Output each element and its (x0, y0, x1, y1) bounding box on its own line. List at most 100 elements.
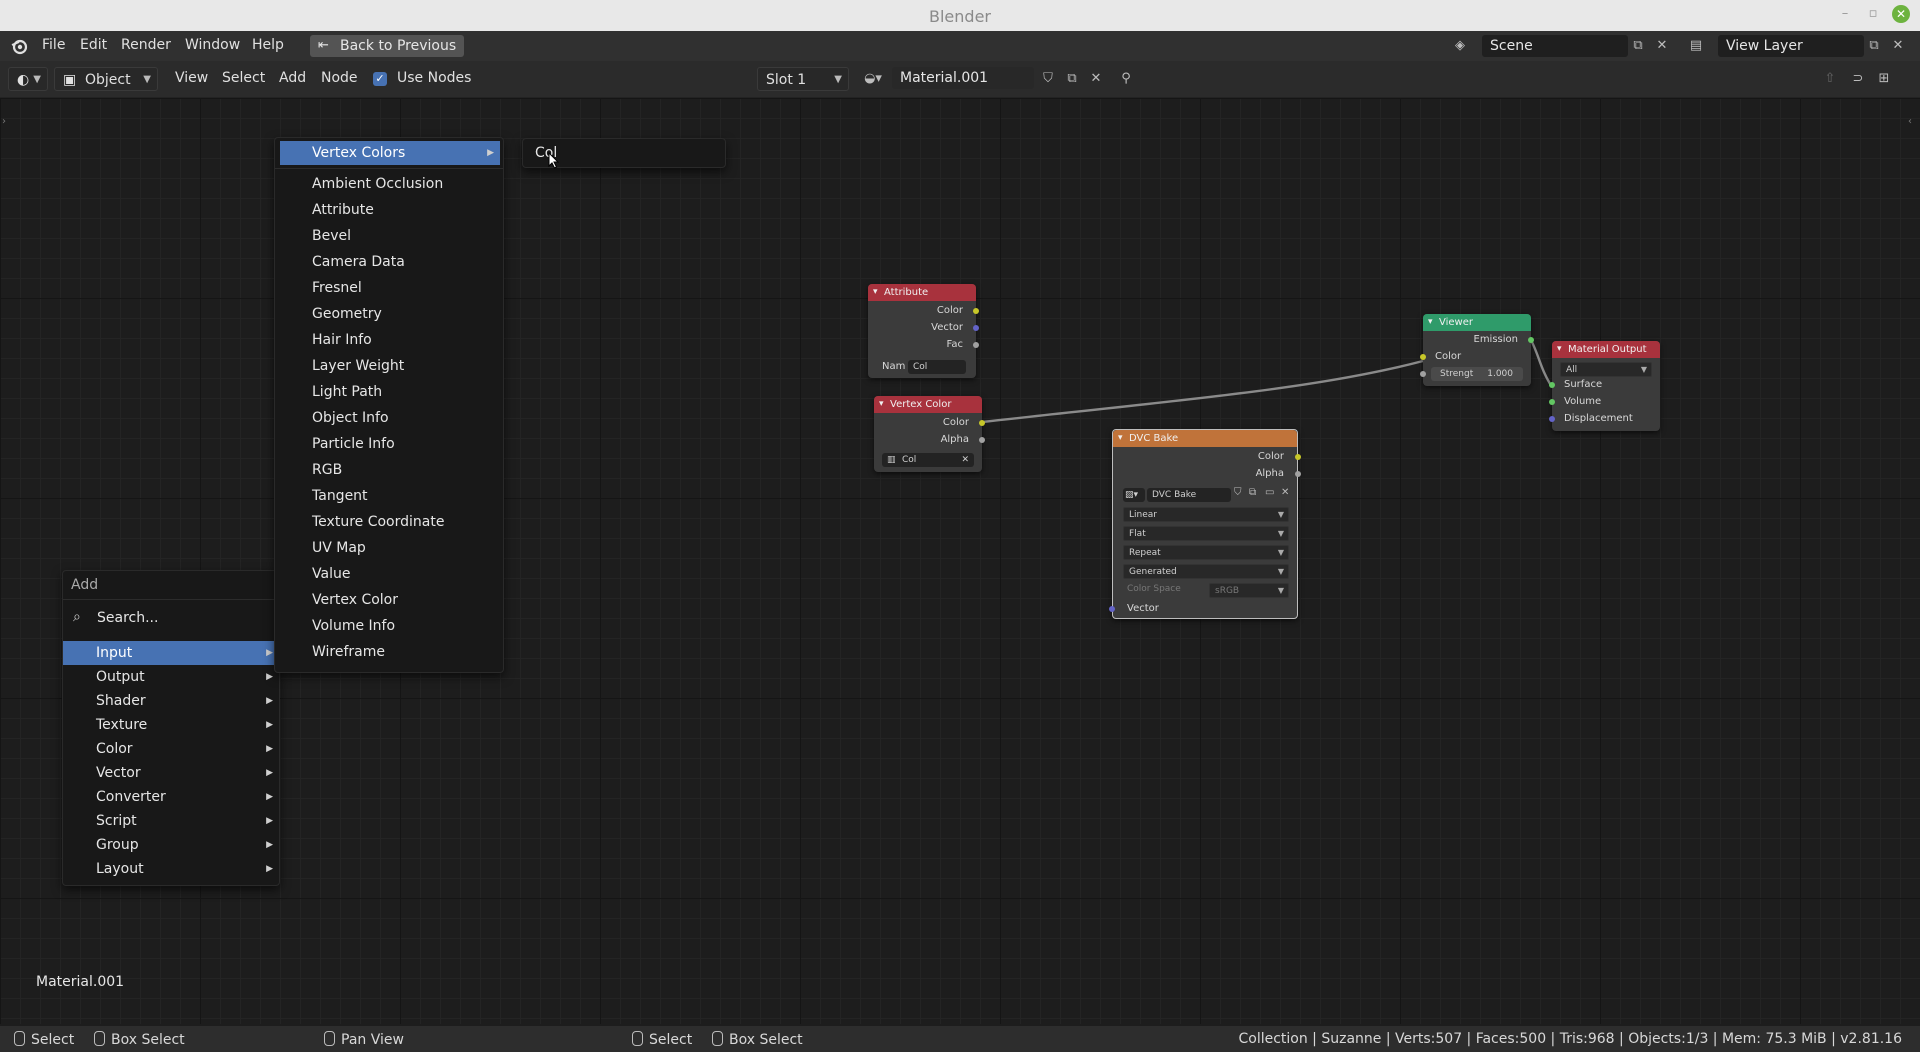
vertex-color-color-socket[interactable] (979, 420, 985, 426)
dvc-bake-extension-select[interactable]: Repeat ▼ (1123, 545, 1289, 560)
dvc-bake-color-socket[interactable] (1295, 454, 1301, 460)
input-item-attribute[interactable]: Attribute (275, 198, 503, 222)
material-output-volume-socket[interactable] (1549, 399, 1555, 405)
remove-scene-icon[interactable]: ✕ (1652, 36, 1672, 56)
input-item-value[interactable]: Value (275, 562, 503, 586)
viewer-strength-socket[interactable] (1420, 371, 1426, 377)
use-nodes-checkbox[interactable]: ✓ (373, 72, 387, 86)
dvc-bake-vector-socket[interactable] (1109, 606, 1115, 612)
input-item-wireframe[interactable]: Wireframe (275, 640, 503, 664)
shader-type-dropdown[interactable]: ▣ Object ▼ (54, 67, 158, 91)
dvc-bake-node[interactable]: DVC Bake Color Alpha ▨▾ DVC Bake ⛉ ⧉ ▭ ✕… (1109, 429, 1301, 619)
add-menu-search-input[interactable]: Search... (97, 610, 158, 626)
add-menu-item-script[interactable]: Script ▶ (63, 809, 279, 833)
new-scene-icon[interactable]: ⧉ (1628, 36, 1648, 56)
viewer-strength-field[interactable]: Strengt 1.000 (1431, 367, 1523, 381)
attribute-node[interactable]: Attribute Color Vector Fac Nam Col (868, 284, 979, 378)
add-menu-item-shader[interactable]: Shader ▶ (63, 689, 279, 713)
menu-edit[interactable]: Edit (80, 37, 107, 53)
menu-node[interactable]: Node (321, 70, 358, 86)
material-output-target-select[interactable]: All ▼ (1560, 362, 1652, 377)
input-item-hair-info[interactable]: Hair Info (275, 328, 503, 352)
material-output-surface-socket[interactable] (1549, 382, 1555, 388)
attribute-node-header[interactable]: Attribute (868, 284, 976, 301)
input-item-uv-map[interactable]: UV Map (275, 536, 503, 560)
input-item-light-path[interactable]: Light Path (275, 380, 503, 404)
attribute-vector-socket[interactable] (973, 325, 979, 331)
parent-node-tree-icon[interactable]: ⇧ (1820, 69, 1840, 89)
input-item-geometry[interactable]: Geometry (275, 302, 503, 326)
menu-render[interactable]: Render (121, 37, 171, 53)
add-menu-item-group[interactable]: Group ▶ (63, 833, 279, 857)
dvc-bake-interpolation-select[interactable]: Linear ▼ (1123, 507, 1289, 522)
dvc-bake-fake-user-icon[interactable]: ⛉ (1234, 487, 1242, 498)
dvc-bake-open-folder-icon[interactable]: ▭ (1265, 487, 1274, 498)
pin-icon[interactable]: ⚲ (1116, 69, 1136, 89)
vertex-color-node-header[interactable]: Vertex Color (874, 396, 982, 413)
editor-type-dropdown[interactable]: ◐ ▼ (8, 67, 48, 91)
new-view-layer-icon[interactable]: ⧉ (1864, 36, 1884, 56)
scene-icon[interactable]: ◈ (1450, 36, 1470, 56)
input-item-object-info[interactable]: Object Info (275, 406, 503, 430)
input-item-tangent[interactable]: Tangent (275, 484, 503, 508)
input-item-bevel[interactable]: Bevel (275, 224, 503, 248)
fake-user-icon[interactable]: ⛉ (1038, 69, 1058, 89)
input-item-texture-coordinate[interactable]: Texture Coordinate (275, 510, 503, 534)
menu-help[interactable]: Help (252, 37, 284, 53)
add-menu-item-texture[interactable]: Texture ▶ (63, 713, 279, 737)
vertex-color-alpha-socket[interactable] (979, 437, 985, 443)
snap-mode-icon[interactable]: ⊞ (1874, 69, 1894, 89)
viewer-emission-socket[interactable] (1528, 337, 1534, 343)
dvc-bake-source-select[interactable]: Generated ▼ (1123, 564, 1289, 579)
menu-file[interactable]: File (42, 37, 65, 53)
input-item-layer-weight[interactable]: Layer Weight (275, 354, 503, 378)
scene-field[interactable]: Scene (1482, 35, 1628, 57)
viewer-node-header[interactable]: Viewer (1423, 314, 1531, 331)
material-browse-icon[interactable]: ◒▾ (858, 69, 888, 89)
material-output-displacement-socket[interactable] (1549, 416, 1555, 422)
add-menu-item-input[interactable]: Input ▶ (63, 641, 279, 665)
dvc-bake-alpha-socket[interactable] (1295, 471, 1301, 477)
input-item-particle-info[interactable]: Particle Info (275, 432, 503, 456)
dvc-bake-image-browse-icon[interactable]: ▨▾ (1123, 488, 1145, 502)
blender-logo-icon[interactable] (10, 37, 28, 55)
add-menu-item-layout[interactable]: Layout ▶ (63, 857, 279, 881)
back-to-previous-button[interactable]: ⇤ Back to Previous (310, 35, 465, 57)
dvc-bake-image-field[interactable]: DVC Bake (1147, 488, 1231, 502)
input-item-vertex-color[interactable]: Vertex Color (275, 588, 503, 612)
dvc-bake-node-header[interactable]: DVC Bake (1113, 430, 1297, 447)
snap-icon[interactable]: ⊃ (1848, 69, 1868, 89)
input-item-ambient-occlusion[interactable]: Ambient Occlusion (275, 172, 503, 196)
dvc-bake-projection-select[interactable]: Flat ▼ (1123, 526, 1289, 541)
view-layer-field[interactable]: View Layer (1718, 35, 1864, 57)
attribute-name-field[interactable]: Col (908, 360, 966, 374)
add-menu-item-converter[interactable]: Converter ▶ (63, 785, 279, 809)
attribute-fac-socket[interactable] (973, 342, 979, 348)
material-name-field[interactable]: Material.001 (892, 67, 1034, 89)
minimize-icon[interactable]: – (1836, 5, 1854, 23)
viewer-node[interactable]: Viewer Emission Color Strengt 1.000 (1420, 314, 1534, 386)
duplicate-material-icon[interactable]: ⧉ (1062, 69, 1082, 89)
viewer-color-socket[interactable] (1420, 354, 1426, 360)
input-item-camera-data[interactable]: Camera Data (275, 250, 503, 274)
add-menu-item-color[interactable]: Color ▶ (63, 737, 279, 761)
menu-window[interactable]: Window (185, 37, 240, 53)
input-item-fresnel[interactable]: Fresnel (275, 276, 503, 300)
menu-view[interactable]: View (175, 70, 208, 86)
material-output-node[interactable]: Material Output All▼ Surface Volume Disp… (1549, 341, 1660, 431)
slot-dropdown[interactable]: Slot 1 ▼ (757, 67, 849, 91)
view-layer-icon[interactable]: ▤ (1686, 36, 1706, 56)
add-menu-item-vector[interactable]: Vector ▶ (63, 761, 279, 785)
vertex-color-layer-field[interactable]: ▥ Col ✕ (882, 453, 974, 467)
add-menu-item-output[interactable]: Output ▶ (63, 665, 279, 689)
vertex-color-node[interactable]: Vertex Color Color Alpha ▥ Col ✕ (874, 396, 985, 472)
input-item-vertex-colors[interactable]: Vertex Colors ▶ (280, 141, 500, 165)
dvc-bake-unlink-icon[interactable]: ✕ (1281, 487, 1289, 498)
vertex-color-clear-icon[interactable]: ✕ (961, 453, 969, 467)
material-output-node-header[interactable]: Material Output (1552, 341, 1660, 358)
input-item-rgb[interactable]: RGB (275, 458, 503, 482)
restore-icon[interactable]: ▫ (1864, 5, 1882, 23)
remove-view-layer-icon[interactable]: ✕ (1888, 36, 1908, 56)
menu-select[interactable]: Select (222, 70, 265, 86)
dvc-bake-duplicate-icon[interactable]: ⧉ (1249, 487, 1256, 498)
